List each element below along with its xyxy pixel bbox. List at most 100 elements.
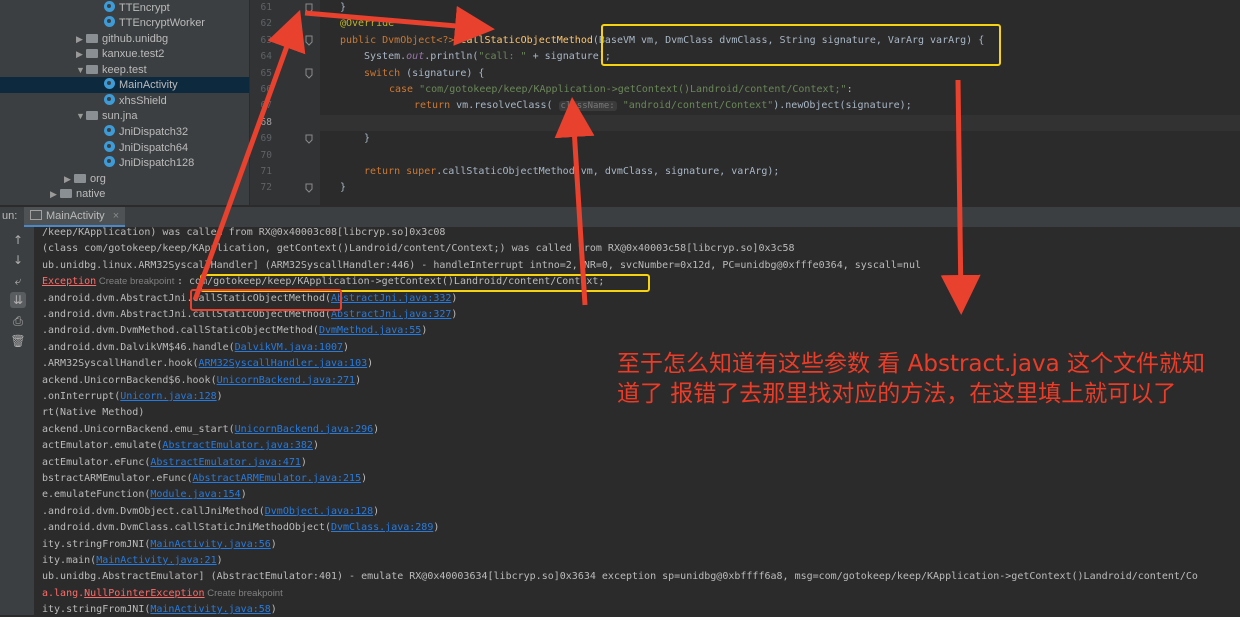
folder-icon [86, 49, 98, 58]
log-text: ub.unidbg.AbstractEmulator] (AbstractEmu… [42, 571, 1198, 583]
tree-item-keep-test[interactable]: ▼ keep.test [76, 62, 147, 78]
log-text: ) [216, 391, 223, 402]
tree-item-label: sun.jna [102, 110, 138, 122]
tree-item-xhsshield[interactable]: xhsShield [104, 93, 167, 109]
line-number: 67 [260, 100, 272, 111]
exception-link[interactable]: Exception [42, 276, 96, 287]
tree-item-label: JniDispatch64 [119, 142, 189, 154]
run-label: un: [2, 210, 18, 222]
console-icon [30, 210, 42, 220]
trash-icon[interactable]: 🗑 [10, 333, 26, 349]
close-icon[interactable]: × [113, 210, 119, 222]
stack-trace-link[interactable]: MainActivity.java:58 [150, 604, 270, 615]
scroll-to-end-icon[interactable]: ⇊ [10, 292, 26, 308]
log-text: ) [421, 325, 428, 337]
code-line-72: } [340, 182, 347, 193]
console-line: ackend.UnicornBackend.emu_start(UnicornB… [42, 423, 379, 437]
console-line: .android.dvm.DvmMethod.callStaticObjectM… [42, 324, 427, 338]
tab-mainactivity[interactable]: MainActivity × [24, 207, 126, 227]
console-line: /keep/KApplication) was called from RX@0… [42, 226, 445, 240]
stack-trace-link[interactable]: Module.java:154 [150, 489, 240, 500]
tree-item-jnidispatch128[interactable]: JniDispatch128 [104, 155, 194, 171]
create-breakpoint-link[interactable]: Create breakpoint [96, 276, 177, 287]
tree-item-sun-jna[interactable]: ▼ sun.jna [76, 108, 137, 124]
log-text: .onInterrupt( [42, 391, 121, 402]
tree-item-label: org [90, 173, 106, 185]
line-number: 64 [260, 51, 272, 62]
class-icon [104, 125, 115, 136]
print-icon[interactable]: ⎙ [10, 313, 26, 329]
arrow-down-icon[interactable]: ↓ [10, 252, 26, 268]
tree-item-org[interactable]: ▶ org [64, 171, 106, 187]
log-text: ity.main( [42, 555, 97, 566]
stack-trace-link[interactable]: Unicorn.java:128 [120, 391, 216, 402]
console-line: ub.unidbg.linux.ARM32SyscallHandler] (AR… [42, 259, 921, 273]
stack-trace-link[interactable]: DvmObject.java:128 [265, 506, 373, 517]
chevron-right-icon[interactable]: ▶ [64, 171, 74, 187]
code-line-66: case "com/gotokeep/keep/KApplication->ge… [389, 84, 853, 95]
line-number: 71 [260, 166, 272, 177]
class-icon [104, 78, 115, 89]
console-line: actEmulator.eFunc(AbstractEmulator.java:… [42, 456, 307, 470]
create-breakpoint-link[interactable]: Create breakpoint [205, 588, 283, 599]
exception-link[interactable]: NullPointerException [84, 588, 204, 599]
tree-item-jnidispatch64[interactable]: JniDispatch64 [104, 140, 188, 156]
tree-item-kanxue-test2[interactable]: ▶ kanxue.test2 [76, 46, 164, 62]
log-text: ) [270, 538, 277, 550]
log-text: ity.stringFromJNI( [42, 604, 151, 616]
console-line: ity.main(MainActivity.java:21) [42, 554, 223, 568]
code-line-65: switch (signature) { [364, 68, 485, 79]
soft-wrap-icon[interactable]: ⤶ [10, 273, 26, 289]
chevron-down-icon[interactable]: ▼ [76, 108, 86, 124]
stack-trace-link[interactable]: UnicornBackend.java:296 [235, 424, 373, 435]
tree-item-native[interactable]: ▶ native [50, 186, 105, 202]
chevron-down-icon[interactable]: ▼ [76, 62, 86, 78]
stack-trace-link[interactable]: AbstractEmulator.java:382 [162, 440, 313, 451]
log-text: ity.stringFromJNI( [42, 538, 151, 550]
class-icon [104, 156, 115, 167]
tree-item-ttencrypt[interactable]: TTEncrypt [104, 0, 170, 16]
line-number: 63 [260, 35, 272, 46]
stack-trace-link[interactable]: UnicornBackend.java:271 [217, 375, 355, 386]
log-text: bstractARMEmulator.eFunc( [42, 473, 193, 484]
highlight-box-signature [601, 24, 1001, 66]
parameter-hint: className: [558, 101, 617, 111]
arrow-up-icon[interactable]: ↑ [10, 232, 26, 248]
log-text: ) [312, 440, 319, 452]
line-number: 66 [260, 84, 272, 95]
chevron-right-icon[interactable]: ▶ [76, 31, 86, 47]
stack-trace-link[interactable]: AbstractARMEmulator.java:215 [193, 473, 362, 484]
stack-trace-link[interactable]: AbstractJni.java:332 [331, 293, 451, 304]
console-line: rt(Native Method) [42, 406, 144, 420]
line-number: 65 [260, 68, 272, 79]
code-line-64: System.out.println("call: " + signature)… [364, 51, 611, 62]
console-line: ity.stringFromJNI(MainActivity.java:56) [42, 538, 277, 552]
code-line-61: } [340, 2, 347, 13]
console-line: .android.dvm.DalvikVM$46.handle(DalvikVM… [42, 341, 349, 355]
tree-item-jnidispatch32[interactable]: JniDispatch32 [104, 124, 188, 140]
log-text: ) [451, 292, 458, 304]
stack-trace-link[interactable]: ARM32SyscallHandler.java:103 [199, 358, 368, 369]
chevron-right-icon[interactable]: ▶ [76, 46, 86, 62]
stack-trace-link[interactable]: MainActivity.java:21 [96, 555, 216, 566]
stack-trace-link[interactable]: DalvikVM.java:1007 [235, 342, 343, 353]
tree-item-mainactivity[interactable]: MainActivity [0, 77, 249, 93]
tree-item-ttencryptworker[interactable]: TTEncryptWorker [104, 15, 205, 31]
class-icon [104, 94, 115, 105]
console-line: .ARM32SyscallHandler.hook(ARM32SyscallHa… [42, 357, 373, 371]
log-text: ) [270, 604, 277, 616]
tree-item-label: TTEncrypt [119, 2, 170, 14]
log-text: ) [433, 522, 440, 534]
chevron-right-icon[interactable]: ▶ [50, 186, 60, 202]
run-tool-window-header: un: MainActivity × [0, 207, 1240, 228]
stack-trace-link[interactable]: DvmMethod.java:55 [319, 325, 421, 336]
tree-item-github-unidbg[interactable]: ▶ github.unidbg [76, 31, 168, 47]
tree-item-label: keep.test [102, 64, 147, 76]
stack-trace-link[interactable]: DvmClass.java:289 [331, 522, 433, 533]
console-line: .onInterrupt(Unicorn.java:128) [42, 390, 223, 404]
class-icon [104, 1, 115, 12]
line-number: 69 [260, 133, 272, 144]
stack-trace-link[interactable]: MainActivity.java:56 [150, 539, 270, 550]
stack-trace-link[interactable]: AbstractJni.java:327 [331, 309, 451, 320]
stack-trace-link[interactable]: AbstractEmulator.java:471 [150, 457, 301, 468]
